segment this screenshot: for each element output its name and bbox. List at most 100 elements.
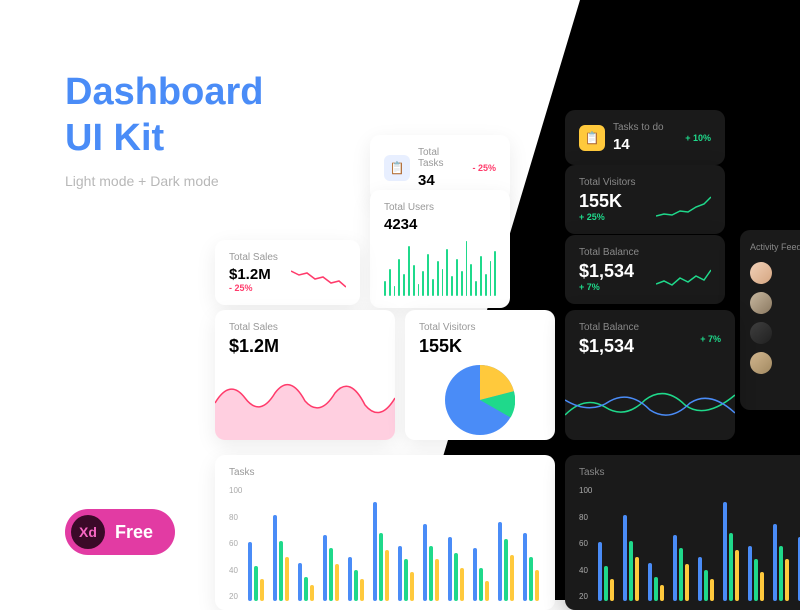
bar [760, 572, 764, 601]
bar [384, 281, 386, 296]
visitors-pie-chart [445, 365, 515, 435]
bar [773, 524, 777, 601]
balance-small-delta: + 7% [579, 282, 639, 292]
total-sales-sparkline [291, 263, 346, 293]
bar-group [298, 563, 314, 602]
bar [418, 284, 420, 297]
hero: Dashboard UI Kit Light mode + Dark mode [65, 70, 263, 189]
bar-group [498, 522, 514, 601]
card-tasks-todo: 📋 Tasks to do 14 + 10% [565, 110, 725, 165]
card-tasks-dark: Tasks 10080604020 [565, 455, 800, 610]
bar [785, 559, 789, 601]
bar [454, 553, 458, 601]
bar [629, 541, 633, 602]
bar [748, 546, 752, 601]
activity-feed-label: Activity Feed [750, 242, 790, 252]
bar [304, 577, 308, 601]
bar-group [248, 542, 264, 601]
badge-label: Free [115, 522, 153, 543]
total-sales-area-chart [215, 363, 395, 440]
avatar[interactable] [750, 292, 772, 314]
bar-group [523, 533, 539, 601]
bar [373, 502, 377, 601]
bar [704, 570, 708, 601]
bar [427, 254, 429, 297]
bar-group [348, 557, 364, 601]
bar [604, 566, 608, 601]
bar [470, 264, 472, 297]
avatar[interactable] [750, 352, 772, 374]
bar [273, 515, 277, 601]
bar [285, 557, 289, 601]
avatar[interactable] [750, 322, 772, 344]
bar [648, 563, 652, 602]
bar [698, 557, 702, 601]
card-activity-feed: Activity Feed [740, 230, 800, 410]
checklist-icon: 📋 [579, 125, 605, 151]
bar [423, 524, 427, 601]
bar-group [273, 515, 289, 601]
tasks-dark-label: Tasks [579, 467, 800, 478]
bar [610, 579, 614, 601]
card-total-balance-small: Total Balance $1,534 + 7% [565, 235, 725, 304]
card-total-sales-area: Total Sales $1.2M [215, 310, 395, 440]
bar-group [748, 546, 764, 601]
bar [710, 579, 714, 601]
bar-group [323, 535, 339, 601]
bar-group [623, 515, 639, 601]
bar [623, 515, 627, 601]
total-sales-small-value: $1.2M [229, 266, 278, 283]
bar [494, 251, 496, 296]
total-users-chart [384, 241, 496, 296]
bar [335, 564, 339, 601]
bar [360, 579, 364, 601]
bar-group [723, 502, 739, 601]
bar-group [673, 535, 689, 601]
bar [323, 535, 327, 601]
bar [535, 570, 539, 601]
bar [473, 548, 477, 601]
bar [279, 541, 283, 602]
total-sales-big-label: Total Sales [229, 322, 381, 333]
total-sales-big-value: $1.2M [229, 336, 381, 357]
bar-group [698, 557, 714, 601]
visitors-dark-sparkline [656, 192, 711, 222]
bar [394, 286, 396, 296]
bar [298, 563, 302, 602]
card-total-balance-big: Total Balance $1,534 + 7% [565, 310, 735, 440]
bar [437, 261, 439, 296]
bar [598, 542, 602, 601]
total-sales-small-label: Total Sales [229, 252, 278, 263]
bar [404, 559, 408, 601]
tasks-todo-delta: + 10% [685, 133, 711, 143]
bar [523, 533, 527, 601]
visitors-dark-delta: + 25% [579, 212, 636, 222]
hero-title-line1: Dashboard [65, 71, 263, 113]
balance-big-value: $1,534 [579, 336, 639, 357]
bar [429, 546, 433, 601]
visitors-dark-label: Total Visitors [579, 177, 636, 188]
bar-group [373, 502, 389, 601]
bar [410, 572, 414, 601]
bar [490, 261, 492, 296]
bar [485, 274, 487, 297]
bar [413, 265, 415, 296]
total-tasks-delta: - 25% [472, 163, 496, 173]
bar [389, 269, 391, 297]
bar [779, 546, 783, 601]
bar [529, 557, 533, 601]
xd-free-badge[interactable]: Xd Free [65, 509, 175, 555]
bar [504, 539, 508, 601]
balance-big-label: Total Balance [579, 322, 639, 333]
bar [348, 557, 352, 601]
visitors-light-label: Total Visitors [419, 322, 541, 333]
bar [729, 533, 733, 601]
bar [379, 533, 383, 601]
avatar[interactable] [750, 262, 772, 284]
bar [635, 557, 639, 601]
bar [248, 542, 252, 601]
visitors-light-value: 155K [419, 336, 541, 357]
hero-title-line2: UI Kit [65, 117, 164, 159]
bar-group [773, 524, 789, 601]
total-sales-small-delta: - 25% [229, 283, 278, 293]
